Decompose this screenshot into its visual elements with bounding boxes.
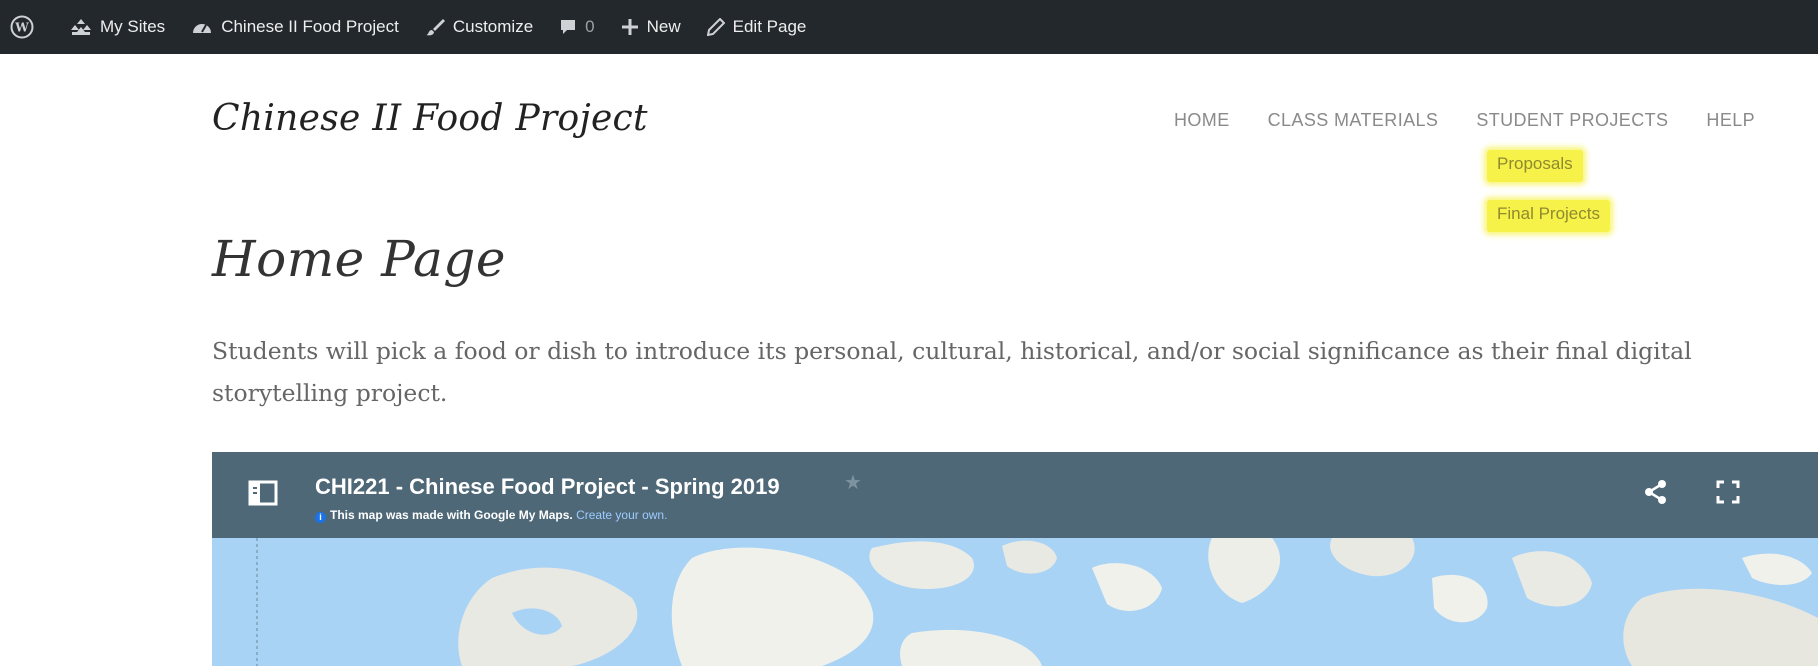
- info-icon: i: [315, 512, 326, 523]
- comment-icon: [561, 20, 576, 34]
- map-canvas[interactable]: [212, 538, 1818, 666]
- star-icon[interactable]: ★: [844, 470, 862, 495]
- dashboard-icon: [193, 24, 212, 33]
- page-title: Home Page: [212, 230, 506, 288]
- submenu-item-final-projects[interactable]: Final Projects: [1487, 200, 1610, 232]
- submenu-item-proposals[interactable]: Proposals: [1487, 150, 1583, 182]
- map-notice-text: This map was made with Google My Maps.: [330, 508, 573, 522]
- admin-bar: W My Sites Chinese II Food Project Custo…: [0, 0, 1818, 54]
- customize-link[interactable]: Customize: [425, 17, 533, 37]
- browser-frame: W My Sites Chinese II Food Project Custo…: [0, 0, 1818, 666]
- my-sites-icon: [71, 19, 91, 35]
- background-edge: [0, 570, 220, 666]
- comments-link[interactable]: 0: [559, 17, 595, 37]
- nav-item-student-projects[interactable]: STUDENT PROJECTS: [1476, 110, 1668, 131]
- embedded-map[interactable]: CHI221 - Chinese Food Project - Spring 2…: [212, 452, 1818, 666]
- map-title: CHI221 - Chinese Food Project - Spring 2…: [315, 474, 780, 499]
- customize-label: Customize: [452, 17, 534, 36]
- nav-item-help[interactable]: HELP: [1706, 110, 1755, 131]
- fullscreen-icon[interactable]: [1716, 480, 1740, 509]
- map-notice: i This map was made with Google My Maps. …: [315, 508, 667, 523]
- intro-paragraph: Students will pick a food or dish to int…: [212, 337, 1692, 407]
- plus-icon: [621, 19, 638, 35]
- brush-icon: [425, 19, 445, 36]
- site-title[interactable]: Chinese II Food Project: [212, 98, 648, 139]
- create-your-own-link[interactable]: Create your own.: [576, 508, 667, 522]
- site-name-label: Chinese II Food Project: [221, 17, 399, 36]
- nav-item-home[interactable]: HOME: [1174, 110, 1230, 131]
- map-legend-toggle-icon[interactable]: [248, 480, 278, 511]
- map-header: CHI221 - Chinese Food Project - Spring 2…: [212, 452, 1818, 538]
- share-icon[interactable]: [1644, 479, 1668, 510]
- edit-page-label: Edit Page: [732, 17, 807, 36]
- main-navigation: HOME CLASS MATERIALS STUDENT PROJECTS HE…: [1174, 110, 1793, 131]
- new-content-menu[interactable]: New: [621, 17, 681, 37]
- my-sites-menu[interactable]: My Sites: [70, 17, 165, 37]
- nav-item-class-materials[interactable]: CLASS MATERIALS: [1268, 110, 1439, 131]
- pencil-icon: [706, 18, 725, 36]
- wordpress-logo-icon[interactable]: W: [10, 15, 42, 39]
- svg-text:W: W: [14, 21, 29, 35]
- site-name-menu[interactable]: Chinese II Food Project: [191, 17, 399, 37]
- new-label: New: [646, 17, 681, 36]
- my-sites-label: My Sites: [100, 17, 166, 36]
- edit-page-link[interactable]: Edit Page: [706, 17, 807, 37]
- comments-count: 0: [585, 17, 595, 36]
